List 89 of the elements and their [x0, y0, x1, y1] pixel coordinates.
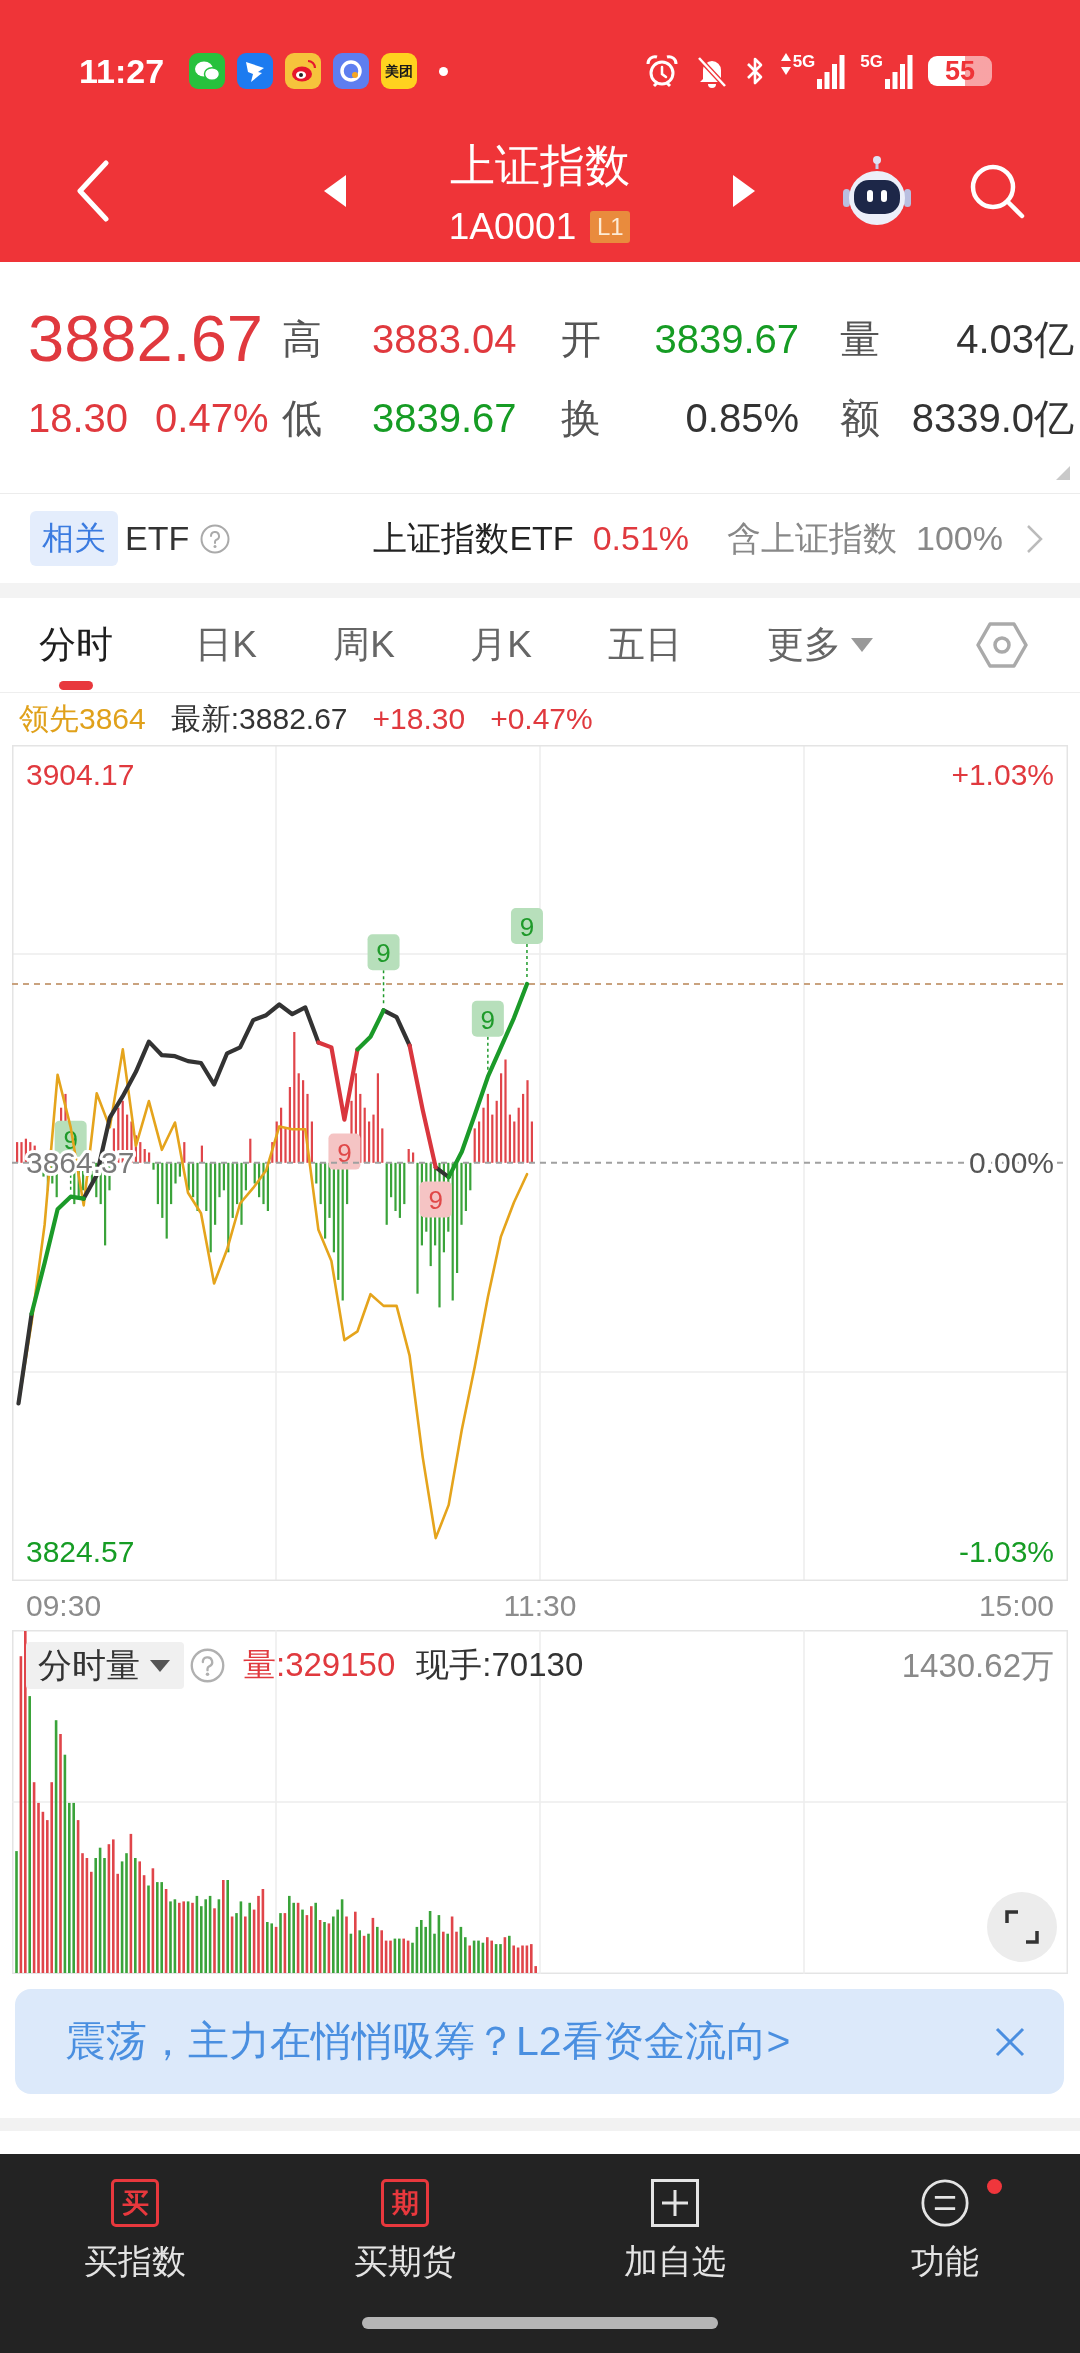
stat-label: 量 — [840, 316, 881, 363]
period-tab[interactable]: 周K — [300, 598, 428, 692]
price-axis-label: 3824.57 — [26, 1534, 135, 1568]
battery-indicator: 55 — [928, 56, 992, 86]
annotation: 9 — [376, 938, 391, 969]
current-hands-value: 现手:70130 — [416, 1645, 584, 1685]
close-icon — [995, 2026, 1025, 2057]
volume-axis-max-label: 1430.62万 — [901, 1646, 1054, 1686]
caret-down-icon — [851, 637, 873, 653]
caret-down-icon — [150, 1658, 170, 1673]
time-axis-label: 15:00 — [978, 1588, 1054, 1624]
search-icon — [968, 162, 1026, 220]
more-notifications-dot-icon — [439, 66, 449, 76]
nav-button[interactable]: 买 买指数 — [0, 2154, 270, 2304]
annotation: 9 — [428, 1185, 443, 1216]
percent-axis-label: +1.03% — [951, 758, 1054, 792]
stat-label: 高 — [282, 316, 323, 363]
volume-type-dropdown[interactable]: 分时量 — [26, 1642, 184, 1689]
stock-code: 1A0001 — [448, 209, 577, 245]
stat-value: 3883.04 — [372, 316, 518, 363]
nav-button[interactable]: 期 买期货 — [270, 2154, 540, 2304]
nav-button[interactable]: 加自选 — [540, 2154, 810, 2304]
stat-value: 4.03亿 — [955, 316, 1074, 363]
price-change: 18.30 — [28, 395, 129, 442]
holding-weight: 100% — [916, 519, 1003, 558]
settings-icon — [976, 621, 1028, 669]
annotation: 9 — [480, 1004, 496, 1035]
help-icon[interactable] — [200, 523, 231, 554]
notification-dot-icon — [987, 2179, 1002, 2194]
banner-close-button[interactable] — [995, 2026, 1025, 2057]
ring-icon — [333, 53, 370, 89]
triangle-right-icon — [733, 175, 755, 207]
stat-label: 低 — [282, 395, 323, 442]
plus-square-icon — [651, 2179, 699, 2227]
help-icon[interactable] — [190, 1648, 225, 1683]
stat-label: 额 — [840, 395, 881, 442]
stat-label: 开 — [561, 316, 602, 363]
stat-value: 3839.67 — [372, 395, 518, 442]
period-tab[interactable]: 五日 — [574, 598, 716, 692]
data-arrows-icon — [780, 53, 791, 75]
chevron-left-icon — [76, 160, 110, 222]
eye-icon — [285, 53, 322, 89]
period-tab[interactable]: 日K — [152, 598, 300, 692]
volume-value: 量:329150 — [243, 1645, 396, 1685]
legend-value: 最新:3882.67 — [170, 700, 348, 737]
expand-icon — [1004, 1909, 1040, 1945]
nav-button[interactable]: 功能 — [810, 2154, 1080, 2304]
clock-time: 11:27 — [79, 51, 165, 91]
app-label-tile: 美团 — [381, 53, 418, 89]
glyph-tile-icon: 买 — [111, 2179, 159, 2227]
period-tab[interactable]: 月K — [428, 598, 574, 692]
percent-axis-label: 0.00% — [968, 1146, 1054, 1180]
price-axis-label: 3904.17 — [26, 758, 135, 792]
signal-bars-icon — [817, 55, 846, 89]
network-type-label: 5G — [792, 53, 816, 70]
section-label: ETF — [125, 519, 190, 558]
network-type-label: 5G — [860, 53, 883, 70]
period-tab[interactable]: 更多 — [716, 598, 924, 692]
signal-bars-icon — [885, 55, 913, 89]
annotation: 9 — [337, 1137, 352, 1168]
signal-marker: 9 — [328, 1133, 361, 1170]
level-badge: L1 — [590, 211, 631, 243]
menu-circle-icon — [921, 2179, 969, 2227]
wing-icon — [237, 53, 274, 89]
fund-name-link[interactable]: 上证指数ETF — [373, 515, 574, 562]
legend-value: 领先3864 — [19, 700, 146, 737]
chat-bubbles-icon — [189, 53, 226, 89]
corner-triangle-icon — [1056, 466, 1070, 480]
robot-icon — [841, 155, 913, 227]
stat-value: 8339.0亿 — [910, 395, 1074, 442]
related-tag: 相关 — [30, 511, 118, 566]
stat-label: 换 — [561, 395, 602, 442]
holding-label: 含上证指数 — [727, 517, 898, 559]
stat-value: 3839.67 — [653, 316, 799, 363]
stat-value: 0.85% — [684, 395, 799, 442]
time-axis-label: 09:30 — [26, 1588, 102, 1624]
legend-value: +18.30 — [372, 702, 466, 736]
percent-change: 0.47% — [155, 395, 269, 442]
legend-value: +0.47% — [490, 702, 593, 736]
glyph-tile-icon: 期 — [381, 2179, 429, 2227]
fund-change: 0.51% — [592, 519, 690, 558]
percent-axis-label: -1.03% — [958, 1534, 1054, 1568]
time-axis-label: 11:30 — [503, 1588, 577, 1624]
annotation: 9 — [519, 912, 535, 942]
triangle-left-icon — [324, 175, 346, 207]
signal-marker: 9 — [419, 1181, 452, 1218]
page-title: 上证指数 — [449, 143, 630, 188]
last-price: 3882.67 — [28, 309, 264, 369]
period-tab[interactable]: 分时 — [0, 598, 152, 692]
